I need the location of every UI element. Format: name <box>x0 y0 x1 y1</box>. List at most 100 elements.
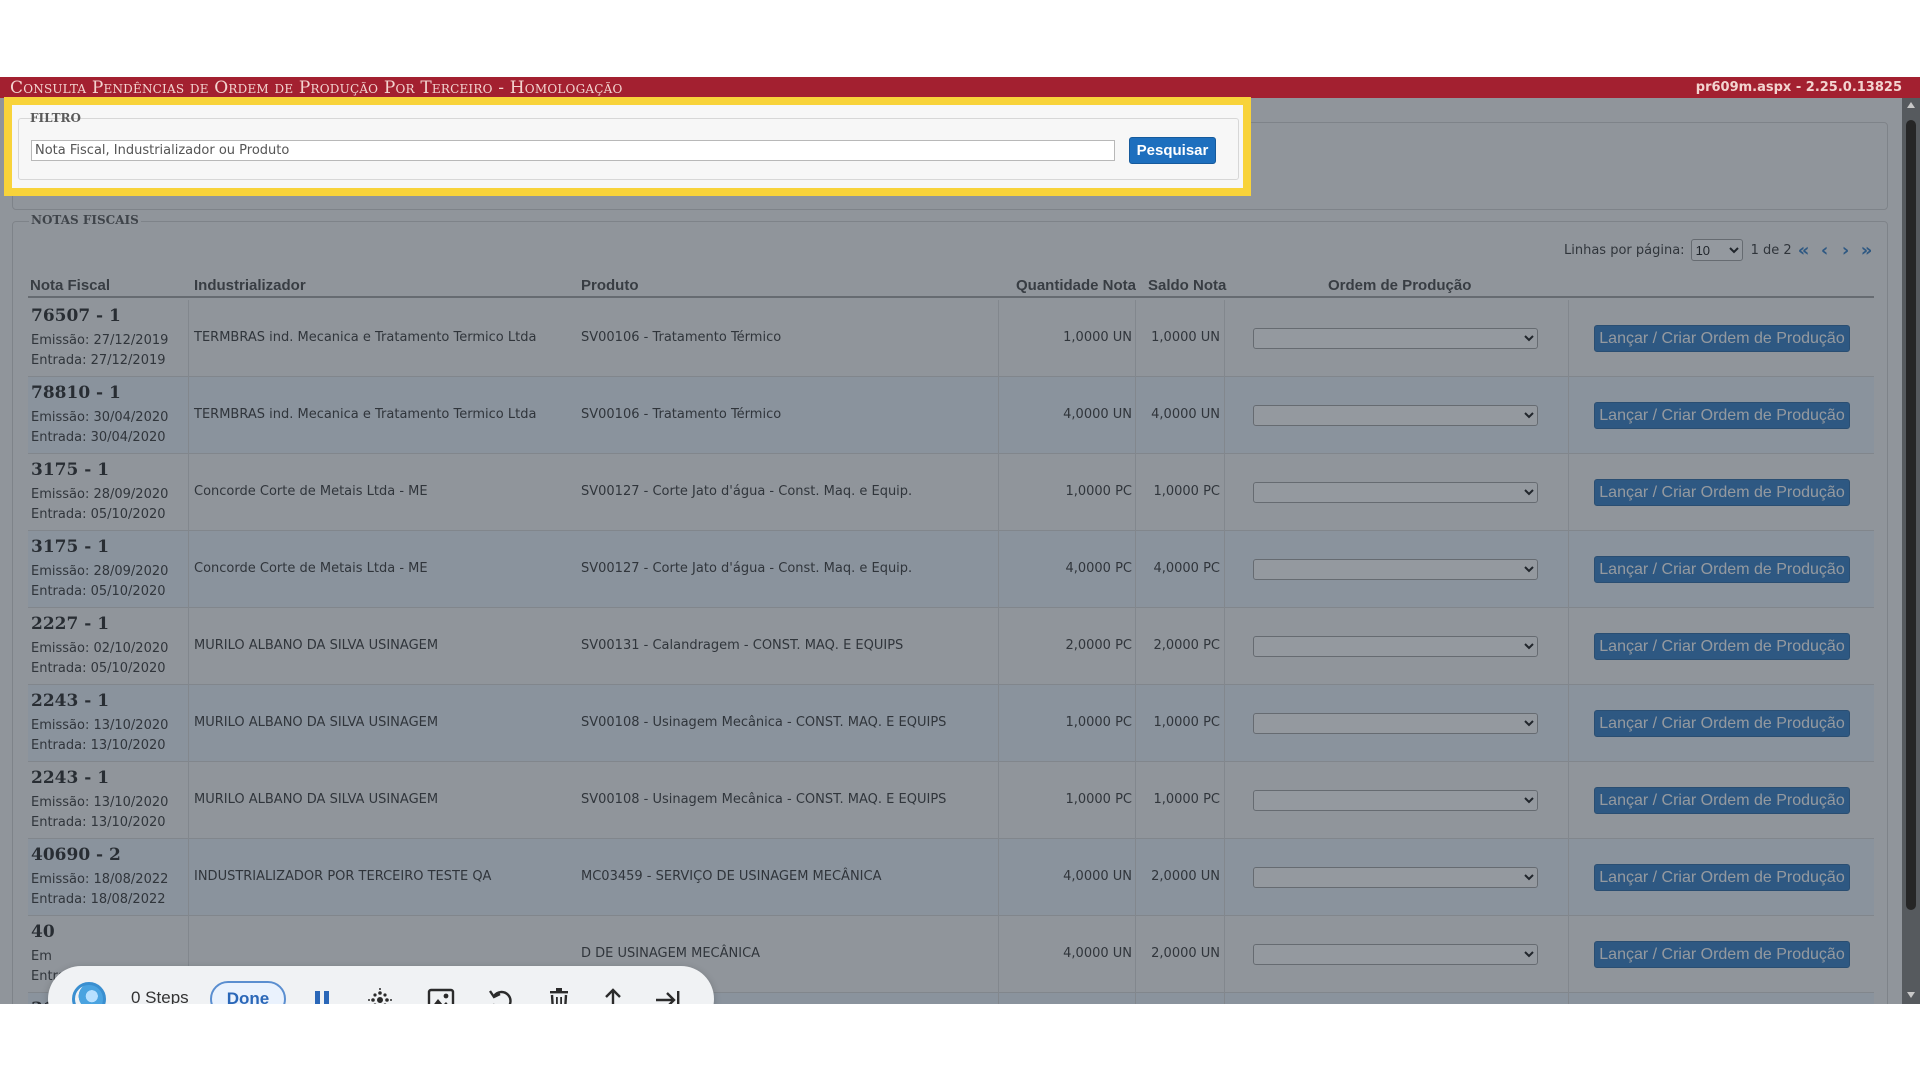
vertical-scrollbar[interactable] <box>1902 98 1920 1004</box>
scroll-down-icon[interactable] <box>1907 992 1915 998</box>
column-separator <box>998 608 999 685</box>
launch-order-button[interactable]: Lançar / Criar Ordem de Produção <box>1594 787 1850 814</box>
upload-icon[interactable] <box>599 986 627 1004</box>
nota-fiscal-number: 40 <box>31 922 55 942</box>
skip-to-end-icon[interactable] <box>654 986 682 1004</box>
produto-cell: SV00131 - Calandragem - CONST. MAQ. E EQ… <box>581 638 904 653</box>
last-page-icon[interactable]: » <box>1858 240 1876 261</box>
ordem-producao-select[interactable] <box>1253 328 1538 349</box>
column-separator <box>188 300 189 377</box>
nota-fiscal-number: 76507 - 1 <box>31 306 121 326</box>
ordem-producao-select[interactable] <box>1253 713 1538 734</box>
launch-order-button[interactable]: Lançar / Criar Ordem de Produção <box>1594 402 1850 429</box>
ordem-producao-select[interactable] <box>1253 944 1538 965</box>
nota-emissao: Emissão: 18/08/2022 <box>31 872 169 887</box>
quantidade-cell: 1,0000 PC <box>1065 792 1132 807</box>
industrializador-cell: MURILO ALBANO DA SILVA USINAGEM <box>194 792 439 807</box>
pause-icon[interactable] <box>308 986 336 1004</box>
saldo-cell: 1,0000 PC <box>1153 715 1220 730</box>
column-separator <box>998 993 999 1004</box>
column-separator <box>1568 762 1569 839</box>
header-produto: Produto <box>581 277 639 294</box>
column-separator <box>188 762 189 839</box>
industrializador-cell: MURILO ALBANO DA SILVA USINAGEM <box>194 715 439 730</box>
quantidade-cell: 4,0000 PC <box>1065 561 1132 576</box>
launch-order-button[interactable]: Lançar / Criar Ordem de Produção <box>1594 556 1850 583</box>
column-separator <box>1224 377 1225 454</box>
blur-icon[interactable] <box>366 986 394 1004</box>
previous-page-icon[interactable]: ‹ <box>1816 240 1834 261</box>
nota-emissao: Emissão: 28/09/2020 <box>31 564 169 579</box>
ordem-producao-select[interactable] <box>1253 867 1538 888</box>
ordem-producao-select[interactable] <box>1253 636 1538 657</box>
column-separator <box>998 916 999 993</box>
lines-per-page-select[interactable]: 10 <box>1690 239 1743 261</box>
ordem-producao-select[interactable] <box>1253 790 1538 811</box>
column-separator <box>1224 608 1225 685</box>
quantidade-cell: 1,0000 UN <box>1063 330 1132 345</box>
quantidade-cell: 4,0000 UN <box>1063 946 1132 961</box>
scroll-thumb[interactable] <box>1906 120 1916 910</box>
header-quantidade: Quantidade Nota <box>1016 277 1137 294</box>
page-indicator: 1 de 2 <box>1750 242 1792 258</box>
column-separator <box>1224 454 1225 531</box>
industrializador-cell: TERMBRAS ind. Mecanica e Tratamento Term… <box>194 407 537 422</box>
ordem-producao-select[interactable] <box>1253 559 1538 580</box>
produto-cell: SV00127 - Corte Jato d'água - Const. Maq… <box>581 484 913 499</box>
column-separator <box>1224 531 1225 608</box>
filter-legend: Filtro <box>30 111 81 125</box>
column-separator <box>1224 300 1225 377</box>
column-separator <box>998 454 999 531</box>
column-separator <box>188 685 189 762</box>
column-separator <box>998 685 999 762</box>
industrializador-cell: TERMBRAS ind. Mecanica e Tratamento Term… <box>194 330 537 345</box>
nota-emissao: Emissão: 27/12/2019 <box>31 333 169 348</box>
trash-icon[interactable] <box>545 986 573 1004</box>
quantidade-cell: 1,0000 PC <box>1065 715 1132 730</box>
nota-fiscal-number: 3175 - 1 <box>31 537 110 557</box>
browser-viewport: Consulta Pendências de Ordem de Produção… <box>0 77 1920 1004</box>
undo-icon[interactable] <box>487 986 515 1004</box>
nota-emissao: Em <box>31 949 52 964</box>
saldo-cell: 1,0000 PC <box>1153 792 1220 807</box>
column-separator <box>188 608 189 685</box>
next-page-icon[interactable]: › <box>1837 240 1855 261</box>
launch-order-button[interactable]: Lançar / Criar Ordem de Produção <box>1594 633 1850 660</box>
column-separator <box>1224 839 1225 916</box>
done-button[interactable]: Done <box>210 981 286 1004</box>
column-separator <box>1568 993 1569 1004</box>
nota-emissao: Emissão: 30/04/2020 <box>31 410 169 425</box>
launch-order-button[interactable]: Lançar / Criar Ordem de Produção <box>1594 710 1850 737</box>
ordem-producao-select[interactable] <box>1253 405 1538 426</box>
table-row: 76507 - 1 Emissão: 27/12/2019 Entrada: 27/… <box>28 300 1874 377</box>
nota-fiscal-number: 3175 - 1 <box>31 460 110 480</box>
column-separator <box>998 762 999 839</box>
column-separator <box>998 377 999 454</box>
column-separator <box>1224 916 1225 993</box>
industrializador-cell: Concorde Corte de Metais Ltda - ME <box>194 484 428 499</box>
search-input[interactable] <box>31 140 1115 161</box>
launch-order-button[interactable]: Lançar / Criar Ordem de Produção <box>1594 479 1850 506</box>
column-separator <box>1568 685 1569 762</box>
launch-order-button[interactable]: Lançar / Criar Ordem de Produção <box>1594 325 1850 352</box>
scroll-up-icon[interactable] <box>1907 102 1915 108</box>
column-separator <box>1224 685 1225 762</box>
table-row: 3175 - 1 Emissão: 28/09/2020 Entrada: 05/1… <box>28 531 1874 608</box>
title-bar: Consulta Pendências de Ordem de Produção… <box>0 77 1920 98</box>
launch-order-button[interactable]: Lançar / Criar Ordem de Produção <box>1594 864 1850 891</box>
pagination: Linhas por página: 10 1 de 2 « ‹ › » <box>1564 238 1876 262</box>
first-page-icon[interactable]: « <box>1795 240 1813 261</box>
logo-icon <box>72 982 106 1004</box>
image-icon[interactable] <box>427 986 455 1004</box>
launch-order-button[interactable]: Lançar / Criar Ordem de Produção <box>1594 941 1850 968</box>
search-button[interactable]: Pesquisar <box>1129 137 1216 164</box>
table-row: 2243 - 1 Emissão: 13/10/2020 Entrada: 13/1… <box>28 762 1874 839</box>
nota-entrada: Entrada: 05/10/2020 <box>31 507 166 522</box>
nota-entrada: Entrada: 27/12/2019 <box>31 353 166 368</box>
nota-fiscal-number: 78810 - 1 <box>31 383 121 403</box>
table-header: Nota Fiscal Industrializador Produto Qua… <box>28 274 1874 298</box>
column-separator <box>188 531 189 608</box>
column-separator <box>188 454 189 531</box>
ordem-producao-select[interactable] <box>1253 482 1538 503</box>
steps-counter: 0 Steps <box>131 988 189 1004</box>
